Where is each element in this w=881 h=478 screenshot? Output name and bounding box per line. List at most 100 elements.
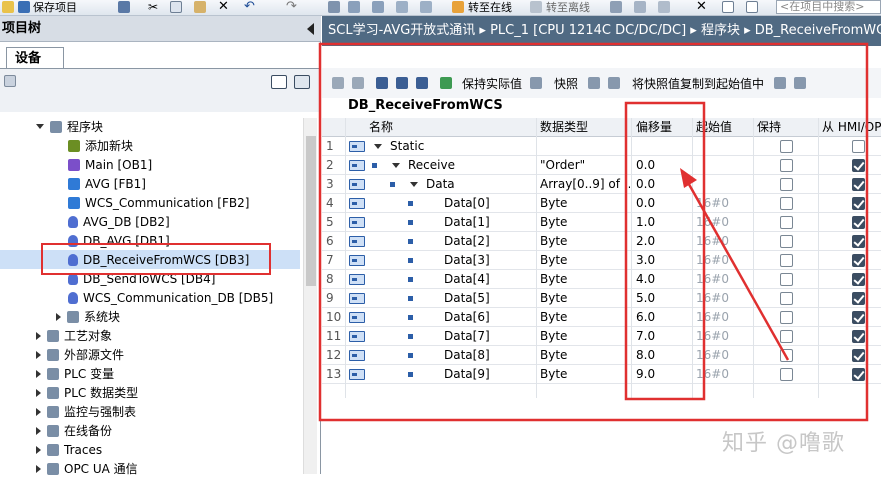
cross-reference-icon[interactable] [634,1,646,13]
retain-checkbox[interactable] [780,197,793,210]
retain-checkbox[interactable] [780,140,793,153]
col-start-value[interactable]: 起始值 [696,118,732,137]
table-row[interactable]: 12 Data[8] Byte 8.0 16#0 [322,346,881,365]
variable-datatype[interactable]: Byte [540,308,630,327]
delete-icon[interactable]: ✕ [218,0,229,14]
split-horizontal-icon[interactable] [722,1,734,13]
hmi-access-checkbox[interactable] [852,273,865,286]
hmi-access-checkbox[interactable] [852,254,865,267]
variable-datatype[interactable]: Byte [540,194,630,213]
retain-checkbox[interactable] [780,368,793,381]
project-search-input[interactable]: <在项目中搜索> [776,0,881,14]
col-retain[interactable]: 保持 [757,118,781,137]
download-icon[interactable] [348,1,360,13]
collapse-all-icon[interactable] [396,77,408,89]
hmi-access-checkbox[interactable] [852,140,865,153]
variable-start-value[interactable]: 16#0 [696,365,752,384]
retain-checkbox[interactable] [780,159,793,172]
variable-datatype[interactable]: "Order" [540,156,630,175]
variable-datatype[interactable] [540,137,630,156]
print-icon[interactable] [118,1,130,13]
split-vertical-icon[interactable] [746,1,758,13]
variable-name[interactable]: Static [390,137,424,156]
retain-checkbox[interactable] [780,235,793,248]
hmi-access-checkbox[interactable] [852,349,865,362]
variable-name[interactable]: Receive [408,156,455,175]
col-datatype[interactable]: 数据类型 [540,118,588,137]
expand-arrow-icon[interactable] [36,464,41,473]
variable-name[interactable]: Data[9] [444,365,490,384]
hmi-access-checkbox[interactable] [852,292,865,305]
copy-snapshot-to-start-button[interactable]: 将快照值复制到起始值中 [632,75,764,92]
expand-all-icon[interactable] [376,77,388,89]
variable-name[interactable]: Data[4] [444,270,490,289]
col-name[interactable]: 名称 [369,118,393,137]
variable-datatype[interactable]: Byte [540,213,630,232]
variable-datatype[interactable]: Byte [540,270,630,289]
load-start-values-icon[interactable] [774,77,787,89]
expand-arrow-icon[interactable] [36,407,41,416]
table-row[interactable]: 2 Receive "Order" 0.0 [322,156,881,175]
collapse-arrow-icon[interactable] [392,163,400,168]
tree-scrollbar[interactable] [303,118,317,474]
expand-arrow-icon[interactable] [56,312,61,321]
variable-datatype[interactable]: Byte [540,346,630,365]
tree-item[interactable]: 系统块 [0,307,300,326]
tree-item[interactable]: PLC 数据类型 [0,383,300,402]
variable-name[interactable]: Data[7] [444,327,490,346]
collapse-arrow-icon[interactable] [36,124,44,129]
variable-name[interactable]: Data[3] [444,251,490,270]
table-row[interactable]: 5 Data[1] Byte 1.0 16#0 [322,213,881,232]
retain-checkbox[interactable] [780,216,793,229]
retain-checkbox[interactable] [780,254,793,267]
upload-icon[interactable] [372,1,384,13]
hmi-access-checkbox[interactable] [852,197,865,210]
tree-item[interactable]: DB_AVG [DB1] [0,231,300,250]
variable-start-value[interactable]: 16#0 [696,289,752,308]
variable-name[interactable]: Data[5] [444,289,490,308]
snapshot-compare-icon[interactable] [608,77,621,89]
variable-start-value[interactable]: 16#0 [696,327,752,346]
variable-start-value[interactable] [696,137,752,156]
variable-start-value[interactable]: 16#0 [696,232,752,251]
col-offset[interactable]: 偏移量 [636,118,672,137]
expand-arrow-icon[interactable] [36,445,41,454]
variable-name[interactable]: Data[1] [444,213,490,232]
table-row[interactable]: 6 Data[2] Byte 2.0 16#0 [322,232,881,251]
tree-item[interactable]: Main [OB1] [0,155,300,174]
hmi-access-checkbox[interactable] [852,178,865,191]
list-view-icon[interactable] [416,77,428,89]
tree-item[interactable]: WCS_Communication_DB [DB5] [0,288,300,307]
variable-name[interactable]: Data[8] [444,346,490,365]
tree-item[interactable]: AVG [FB1] [0,174,300,193]
tree-item[interactable]: WCS_Communication [FB2] [0,193,300,212]
redo-icon[interactable]: ↷ [286,0,297,14]
variable-start-value[interactable]: 16#0 [696,251,752,270]
copy-icon[interactable] [170,1,182,13]
scroll-thumb[interactable] [306,136,316,286]
table-row[interactable]: 7 Data[3] Byte 3.0 16#0 [322,251,881,270]
monitor-icon[interactable] [420,1,432,13]
hmi-access-checkbox[interactable] [852,159,865,172]
snapshot-icon[interactable] [588,77,601,89]
keep-values-icon[interactable] [530,77,543,89]
table-row[interactable]: 4 Data[0] Byte 0.0 16#0 [322,194,881,213]
table-row[interactable]: 8 Data[4] Byte 4.0 16#0 [322,270,881,289]
variable-start-value[interactable] [696,175,752,194]
accessible-devices-icon[interactable] [610,1,622,13]
tree-item[interactable]: DB_SendToWCS [DB4] [0,269,300,288]
variable-start-value[interactable] [696,156,752,175]
tree-item[interactable]: 添加新块 [0,136,300,155]
stop-simulation-icon[interactable]: ✕ [696,0,707,14]
hmi-access-checkbox[interactable] [852,311,865,324]
retain-checkbox[interactable] [780,292,793,305]
monitor-all-icon[interactable] [440,77,452,89]
expand-arrow-icon[interactable] [36,426,41,435]
hmi-access-checkbox[interactable] [852,216,865,229]
expand-arrow-icon[interactable] [36,331,41,340]
variable-start-value[interactable]: 16#0 [696,270,752,289]
add-row-icon[interactable] [352,77,364,89]
tree-item[interactable]: 监控与强制表 [0,402,300,421]
keep-actual-values-button[interactable]: 保持实际值 [462,75,522,92]
tree-item[interactable]: Traces [0,440,300,459]
